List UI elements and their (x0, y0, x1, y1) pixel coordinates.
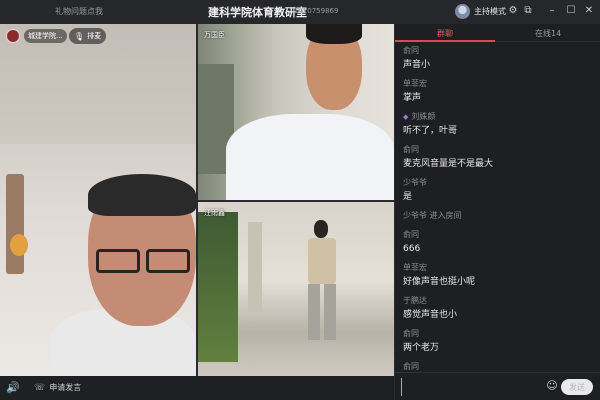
queue-mic-label: 排麦 (87, 32, 102, 40)
doorframe-decor (248, 222, 262, 312)
message-sender: 单菲宏 (403, 263, 427, 272)
list-item: 单菲宏 好像声音也挺小呢 (403, 261, 593, 294)
message-text: 感觉声音也小 (403, 310, 458, 320)
popout-icon[interactable]: ⧉ (521, 4, 535, 18)
system-notice: 少爷爷 进入房间 (403, 209, 593, 228)
message-sender: 刘姝颜 (411, 112, 436, 121)
message-sender: 俞同 (403, 329, 419, 338)
list-item: 俞同 666 (403, 228, 593, 261)
list-item: 俞同 麦克风音量是不是最大 (403, 143, 593, 176)
orange-decor (10, 234, 28, 256)
message-text: 掌声 (403, 93, 422, 103)
chat-panel: 群聊 在线14 俞同 声音小 单菲宏 掌声 ◆ 刘姝颜 听不了，叶哥 俞同 麦克风… (394, 24, 600, 400)
list-item: 单菲宏 掌声 (403, 77, 593, 110)
list-item: 少爷爷 是 (403, 176, 593, 209)
video-tile-top-right[interactable]: 万国臣 (198, 24, 394, 200)
message-text: 好像声音也挺小呢 (403, 277, 476, 287)
emoji-icon[interactable]: ☺ (545, 379, 559, 393)
message-text: 麦克风音量是不是最大 (403, 159, 494, 169)
room-id: ID:10759869 (293, 7, 339, 15)
apply-speak-label: 申请发言 (49, 383, 82, 392)
list-item: 于鹏达 感觉声音也小 (403, 294, 593, 327)
system-notice-row: 少爷爷 进入房间 (403, 209, 593, 223)
main-user-badge[interactable]: 城建学院... (6, 28, 67, 44)
maximize-icon[interactable]: ☐ (564, 4, 578, 18)
message-text: 两个老万 (403, 343, 440, 353)
chat-tabs: 群聊 在线14 (395, 24, 600, 42)
join-notice: 进入房间 (429, 211, 462, 220)
shelf-decor (6, 174, 24, 274)
host-mode-label[interactable]: 主持模式 (474, 6, 506, 17)
mic-icon: 🎙 (74, 31, 85, 41)
message-sender-row: ◆ 刘姝颜 (403, 110, 593, 124)
settings-icon[interactable]: ⚙ (506, 4, 520, 18)
minimize-icon[interactable]: – (545, 4, 559, 18)
close-icon[interactable]: ✕ (582, 4, 596, 18)
volume-icon[interactable]: 🔊 (6, 381, 20, 395)
message-text: 是 (403, 192, 413, 202)
user-avatar (6, 29, 20, 43)
message-text: 听不了，叶哥 (403, 126, 458, 136)
chat-input-bar: ☺ 发送 (395, 372, 600, 400)
chat-input[interactable] (401, 378, 541, 396)
message-sender: 俞同 (403, 362, 419, 370)
participant-name: 万国臣 (204, 31, 225, 39)
video-tile-bottom-right[interactable]: 汪雨鑫 (198, 202, 394, 376)
video-area: 城建学院... 🎙 排麦 万国臣 汪雨鑫 (0, 24, 394, 376)
avatar[interactable] (455, 4, 470, 19)
message-sender: 于鹏达 (403, 296, 427, 305)
main-user-label: 城建学院... (24, 29, 67, 43)
send-button[interactable]: 发送 (561, 379, 593, 395)
apply-speak-button[interactable]: ☏ 申请发言 (34, 382, 81, 393)
title-bar: 礼物问题点我 建科学院体育教研室 ID:10759869 主持模式 ⚙ ⧉ – … (0, 0, 600, 24)
bottom-toolbar: 🔊 ☏ 申请发言 (0, 376, 394, 400)
list-item: 俞同 两个老万 (403, 327, 593, 360)
phone-icon: ☏ (34, 382, 46, 393)
list-item: 俞同 声音小 (403, 44, 593, 77)
message-sender: 少爷爷 (403, 178, 427, 187)
message-sender: 单菲宏 (403, 79, 427, 88)
tab-online[interactable]: 在线14 (535, 28, 561, 39)
participant-name: 汪雨鑫 (204, 209, 225, 217)
message-text: 声音小 (403, 60, 431, 70)
list-item: ◆ 刘姝颜 听不了，叶哥 (403, 110, 593, 143)
active-tab-indicator (395, 40, 495, 42)
message-sender: 俞同 (403, 230, 419, 239)
plant-decor (198, 212, 238, 362)
queue-mic-button[interactable]: 🎙 排麦 (69, 28, 107, 44)
list-item: 俞同 换鞋 (403, 360, 593, 370)
message-sender: 少爷爷 (403, 211, 427, 220)
gift-help-link[interactable]: 礼物问题点我 (55, 6, 103, 17)
video-tile-main[interactable]: 城建学院... 🎙 排麦 (0, 24, 196, 376)
message-sender: 俞同 (403, 145, 419, 154)
message-text: 666 (403, 244, 421, 254)
marker-icon: ◆ (403, 113, 409, 121)
message-sender: 俞同 (403, 46, 419, 55)
tab-group-chat[interactable]: 群聊 (437, 28, 453, 39)
message-list[interactable]: 俞同 声音小 单菲宏 掌声 ◆ 刘姝颜 听不了，叶哥 俞同 麦克风音量是不是最大 … (403, 44, 593, 370)
